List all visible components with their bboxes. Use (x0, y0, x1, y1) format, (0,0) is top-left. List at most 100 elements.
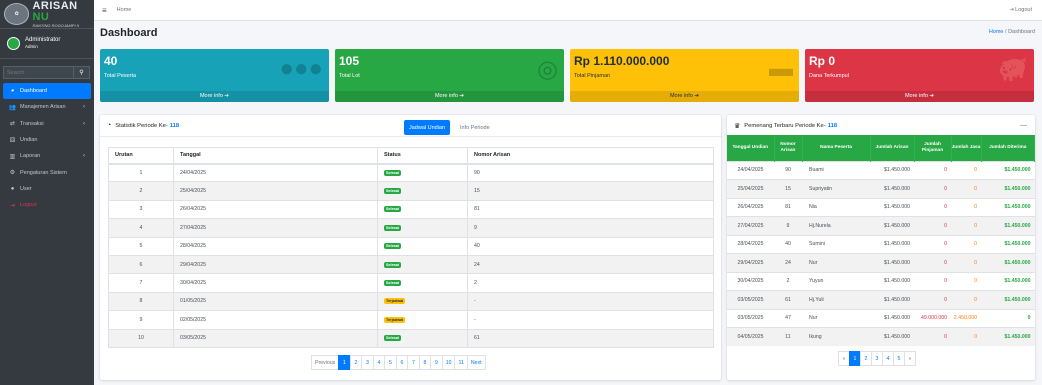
cell-jasa: 0 (951, 216, 981, 235)
collapse-button[interactable]: — (1020, 122, 1027, 129)
sidebar-item-dashboard[interactable]: ◕ Dashboard (3, 83, 91, 100)
cell-urutan: 3 (108, 199, 174, 220)
stats-card-header: ◔ Statistik Periode Ke- 118 Jadwal Undia… (100, 115, 721, 137)
sidebar-item-pengaturan-sistem[interactable]: ⚙ Pengaturan Sistem (3, 164, 91, 180)
page-link-previous[interactable]: Previous (311, 355, 340, 370)
money-bill-icon: ▬ (769, 55, 793, 82)
page-link-11[interactable]: 11 (454, 355, 468, 370)
cell-status: Selesai (377, 273, 468, 293)
sidebar: ✿ ARISAN NU RANTING ROGOJAMPI II Adminis… (0, 0, 94, 385)
info-box-label: Total Pinjaman (574, 73, 611, 79)
more-info-link[interactable]: More info ➔ (335, 91, 564, 102)
cell-status: Selesai (377, 181, 468, 201)
cell-jasa: 0 (951, 271, 981, 291)
cell-nomor-arisan: 2 (467, 273, 714, 293)
cell-status: Selesai (377, 162, 468, 183)
cell-nama: Nia (802, 197, 870, 217)
page-link-next[interactable]: » (904, 351, 916, 366)
arrow-circle-right-icon: ➔ (457, 93, 465, 99)
tab-info-periode[interactable]: Info Periode (455, 120, 495, 135)
table-body: 1 24/04/2025 Selesai 90 2 25/04/2025 Selesai 15… (108, 162, 714, 348)
status-badge: Selesai (384, 188, 402, 195)
table-row: 28/04/2025 40 Sumini $1.450.000 0 0 $1.450.000 (727, 234, 1035, 254)
cell-nomor-arisan: 81 (467, 199, 714, 220)
page-link-next[interactable]: Next (466, 355, 486, 370)
sidebar-item-undian[interactable]: ⚄ Undian (3, 132, 91, 148)
cell-nomor-arisan: 90 (467, 162, 714, 183)
search-input[interactable] (3, 66, 74, 79)
status-badge: Selesai (384, 280, 402, 287)
brand-subtitle: RANTING ROGOJAMPI II (32, 22, 79, 28)
cell-diterima: $1.450.000 (981, 290, 1035, 309)
cell-tanggal: 28/04/2025 (173, 236, 378, 256)
sign-out-icon: ⇥ (9, 202, 16, 209)
winners-title: Pemenang Terbaru Periode Ke- (744, 122, 826, 129)
more-info-link[interactable]: More info ➔ (570, 91, 799, 102)
cell-nomor: 24 (774, 253, 802, 272)
sidebar-item-laporan[interactable]: ▥ Laporan ‹ (3, 148, 91, 164)
sidebar-search: ⚲ (3, 66, 90, 79)
stats-title: Statistik Periode Ke- (115, 122, 168, 129)
table-row: 30/04/2025 2 Yuyun $1.450.000 0 0 $1.450.000 (727, 271, 1035, 291)
column-header: Jumlah Arisan (870, 135, 915, 161)
sidebar-item-logout[interactable]: ⇥ Logout (3, 197, 91, 213)
cell-nomor: 2 (774, 271, 802, 291)
column-header: Urutan (108, 147, 174, 165)
avatar[interactable] (7, 37, 20, 50)
sidebar-item-user[interactable]: ● User (3, 181, 91, 197)
cell-nomor: 90 (774, 160, 802, 180)
cell-nama: Hj.Yuli (802, 290, 870, 309)
stats-card: ◔ Statistik Periode Ke- 118 Jadwal Undia… (100, 115, 721, 380)
sidebar-item-label: Pengaturan Sistem (20, 169, 67, 176)
cell-tanggal: 26/04/2025 (727, 197, 774, 217)
cell-nomor-arisan: 15 (467, 181, 714, 201)
status-badge: Selesai (384, 335, 402, 342)
info-box-value: 105 (339, 54, 360, 68)
top-logout-link[interactable]: ⇥ Logout (1009, 7, 1032, 13)
status-badge: Selesai (384, 224, 402, 231)
cell-tanggal: 03/05/2025 (727, 290, 774, 309)
table-body: 24/04/2025 90 Buami $1.450.000 0 0 $1.450.000 2… (727, 160, 1035, 346)
menu-toggle-icon[interactable]: ≡ (102, 6, 107, 15)
user-name[interactable]: Administrator (25, 37, 60, 45)
cell-diterima: $1.450.000 (981, 271, 1035, 291)
cell-status: Selesai (377, 254, 468, 275)
cell-pinjaman: 0 (914, 290, 951, 309)
info-box-total-pinjaman: Rp 1.110.000.000 Total Pinjaman ▬ More info… (570, 49, 799, 102)
cell-arisan: $1.450.000 (870, 160, 914, 180)
cell-nomor-arisan: 24 (467, 254, 714, 275)
column-header: Tanggal (173, 147, 378, 165)
sidebar-item-transaksi[interactable]: ⇄ Transaksi ‹ (3, 116, 91, 132)
tab-jadwal-undian[interactable]: Jadwal Undian (404, 120, 451, 135)
info-box-value: 40 (104, 54, 118, 68)
cell-arisan: $1.450.000 (870, 197, 914, 217)
page-link-10[interactable]: 10 (441, 355, 456, 370)
cell-urutan: 8 (108, 291, 174, 312)
sidebar-item-label: Manajemen Arisan (20, 104, 66, 111)
search-button[interactable]: ⚲ (74, 66, 90, 79)
cell-pinjaman: 0 (914, 160, 951, 180)
cell-nomor-arisan: 61 (467, 328, 714, 348)
breadcrumb-home[interactable]: Home (989, 29, 1004, 35)
cell-diterima: 0 (981, 308, 1035, 328)
cell-tanggal: 26/04/2025 (173, 199, 378, 220)
trophy-icon: ♛ (734, 122, 741, 130)
cell-tanggal: 04/05/2025 (727, 327, 774, 346)
more-info-link[interactable]: More info ➔ (100, 91, 329, 102)
top-home-link[interactable]: Home (117, 7, 132, 13)
more-info-link[interactable]: More info ➔ (805, 91, 1034, 102)
brand-link[interactable]: ✿ ARISAN NU RANTING ROGOJAMPI II (0, 0, 94, 29)
cell-tanggal: 03/05/2025 (173, 328, 378, 348)
column-header: Nomor Arisan (467, 147, 714, 165)
cell-arisan: $1.450.000 (870, 290, 914, 309)
cell-nomor-arisan: - (467, 291, 714, 312)
info-box-total-peserta: 40 Total Peserta ●●● More info ➔ (100, 49, 329, 102)
cell-nama: Ikung (802, 327, 870, 346)
cell-jasa: 0 (951, 290, 981, 309)
table-row: 5 28/04/2025 Selesai 40 (108, 236, 714, 256)
cell-nama: Supriyatin (802, 179, 870, 198)
table-row: 04/05/2025 11 Ikung $1.450.000 0 0 $1.450.000 (727, 327, 1035, 346)
piggy-bank-icon: 🐖 (998, 56, 1028, 83)
sidebar-item-manajemen-arisan[interactable]: 👥 Manajemen Arisan ‹ (3, 99, 91, 115)
cell-nomor: 81 (774, 197, 802, 217)
